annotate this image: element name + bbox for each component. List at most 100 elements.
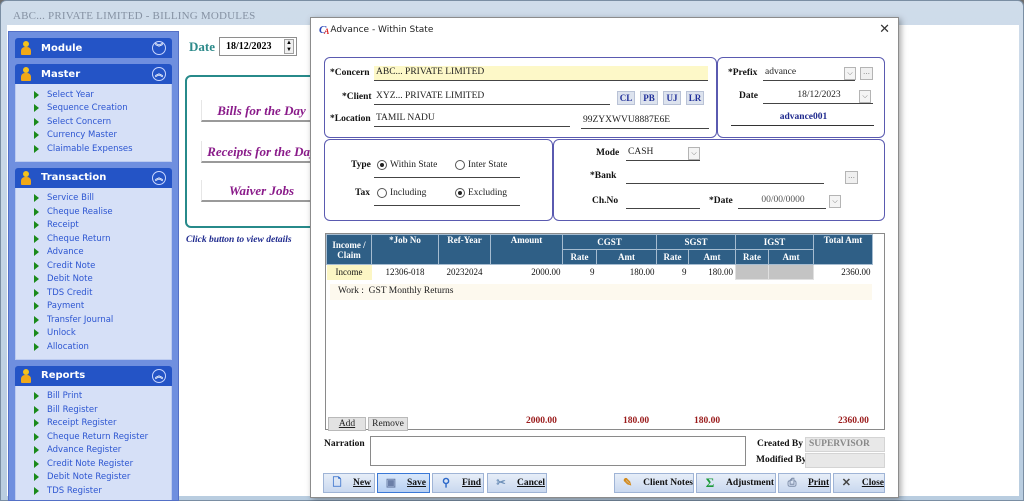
save-button[interactable]: ▣ Save xyxy=(377,473,430,493)
date-dropdown-icon[interactable]: ⌵ xyxy=(859,90,871,103)
adjustment-button[interactable]: Σ Adjustment xyxy=(696,473,776,493)
uj-button[interactable]: UJ xyxy=(663,91,681,105)
sidebar-item-credit-note[interactable]: Credit Note xyxy=(16,259,171,273)
add-row-button[interactable]: Add xyxy=(328,417,366,431)
user-icon xyxy=(21,368,31,383)
sidebar-item-tds-credit[interactable]: TDS Credit xyxy=(16,286,171,300)
radio-inter-state[interactable]: Inter State xyxy=(455,160,507,170)
sidebar-item-payment[interactable]: Payment xyxy=(16,300,171,314)
col-job-no: *Job No xyxy=(371,234,439,265)
spin-buttons[interactable]: ▲ ▼ xyxy=(284,39,294,54)
prefix-field[interactable]: advance xyxy=(763,66,855,81)
chno-field[interactable] xyxy=(626,194,700,209)
sidebar-panel-reports: Reports ︽ Bill Print Bill Register Recei… xyxy=(15,365,172,500)
collapse-icon[interactable]: ︽ xyxy=(152,170,166,185)
table-row[interactable]: Income 12306-018 20232024 2000.00 9 180.… xyxy=(326,264,873,280)
cell-cgst-rate[interactable]: 9 xyxy=(563,265,597,280)
sidebar-item-unlock[interactable]: Unlock xyxy=(16,327,171,341)
gstin-field[interactable]: 99ZYXWVU8887E6E xyxy=(581,114,709,129)
arrow-icon xyxy=(34,315,39,324)
total-amount: 2000.00 xyxy=(526,416,557,426)
sidebar-item-bill-register[interactable]: Bill Register xyxy=(16,403,171,417)
sidebar-item-receipt-register[interactable]: Receipt Register xyxy=(16,417,171,431)
sidebar-panel-master: Master ︽ Select Year Sequence Creation S… xyxy=(15,64,172,162)
sidebar-item-select-concern[interactable]: Select Concern xyxy=(16,115,171,129)
sidebar-item-debit-note[interactable]: Debit Note xyxy=(16,273,171,287)
sidebar-item-cheque-return-register[interactable]: Cheque Return Register xyxy=(16,430,171,444)
collapse-icon[interactable]: ︽ xyxy=(152,368,166,383)
remove-row-button[interactable]: Remove xyxy=(368,417,408,431)
panel-header-master[interactable]: Master ︽ xyxy=(15,64,172,84)
bills-for-the-day-button[interactable]: Bills for the Day xyxy=(201,100,321,122)
cell-job-no[interactable]: 12306-018 xyxy=(372,265,439,280)
panel-header-module[interactable]: Module ︾ xyxy=(15,38,172,58)
location-field[interactable]: TAMIL NADU xyxy=(374,112,570,127)
cell-ref-year[interactable]: 20232024 xyxy=(439,265,491,280)
bank-lookup-button[interactable]: … xyxy=(845,171,858,184)
cheque-date-field[interactable]: 00/00/0000 xyxy=(738,194,826,209)
doc-date-field[interactable]: 18/12/2023 xyxy=(763,89,873,104)
sigma-icon: Σ xyxy=(705,475,715,490)
receipts-for-the-day-button[interactable]: Receipts for the Day xyxy=(201,141,321,163)
sidebar-item-allocation[interactable]: Allocation xyxy=(16,340,171,354)
print-icon: ⎙ xyxy=(787,477,797,489)
new-button[interactable]: 🗋 New xyxy=(323,473,375,493)
sidebar-item-credit-note-register[interactable]: Credit Note Register xyxy=(16,457,171,471)
prefix-dropdown-icon[interactable]: ⌵ xyxy=(844,67,856,80)
sidebar-item-currency-master[interactable]: Currency Master xyxy=(16,129,171,143)
radio-checked-icon xyxy=(455,188,465,198)
radio-excluding[interactable]: Excluding xyxy=(455,188,507,198)
app-title: ABC... PRIVATE LIMITED - BILLING MODULES xyxy=(13,10,256,22)
sidebar-item-select-year[interactable]: Select Year xyxy=(16,88,171,102)
sidebar-item-debit-note-register[interactable]: Debit Note Register xyxy=(16,471,171,485)
panel-title: Master xyxy=(41,68,81,80)
concern-field[interactable]: ABC... PRIVATE LIMITED xyxy=(374,66,708,81)
cheque-date-dropdown-icon[interactable]: ⌵ xyxy=(829,195,841,208)
sidebar-item-cheque-realise[interactable]: Cheque Realise xyxy=(16,205,171,219)
sidebar-item-tds-register[interactable]: TDS Register xyxy=(16,484,171,498)
sidebar-item-service-bill[interactable]: Service Bill xyxy=(16,192,171,206)
new-doc-icon: 🗋 xyxy=(332,477,342,489)
sidebar-item-sequence-creation[interactable]: Sequence Creation xyxy=(16,102,171,116)
sidebar-item-transfer-journal[interactable]: Transfer Journal xyxy=(16,313,171,327)
sidebar-item-cheque-return[interactable]: Cheque Return xyxy=(16,232,171,246)
sidebar-item-receipt[interactable]: Receipt xyxy=(16,219,171,233)
bank-field[interactable] xyxy=(626,169,824,184)
cancel-button[interactable]: ✂ Cancel xyxy=(487,473,547,493)
print-button[interactable]: ⎙ Print xyxy=(778,473,831,493)
cell-type[interactable]: Income xyxy=(326,264,372,280)
panel-header-transaction[interactable]: Transaction ︽ xyxy=(15,167,172,188)
user-icon xyxy=(21,170,31,185)
prefix-lookup-button[interactable]: … xyxy=(860,67,873,80)
mode-dropdown-icon[interactable]: ⌵ xyxy=(688,147,700,160)
total-cgst: 180.00 xyxy=(623,416,650,426)
cl-button[interactable]: CL xyxy=(617,91,635,105)
radio-checked-icon xyxy=(377,160,387,170)
expand-icon[interactable]: ︾ xyxy=(152,41,166,55)
cell-amount[interactable]: 2000.00 xyxy=(491,265,563,280)
arrow-icon xyxy=(34,288,39,297)
col-igst-amt: Amt xyxy=(768,249,814,265)
find-button[interactable]: ⚲ Find xyxy=(432,473,484,493)
date-spinner[interactable]: 18/12/2023 ▲ ▼ xyxy=(219,37,297,56)
cell-sgst-rate[interactable]: 9 xyxy=(657,265,689,280)
total-grand: 2360.00 xyxy=(838,416,869,426)
dialog-title-bar: CA Advance - Within State xyxy=(319,24,433,36)
sidebar-item-claimable-expenses[interactable]: Claimable Expenses xyxy=(16,142,171,156)
sidebar-item-advance[interactable]: Advance xyxy=(16,246,171,260)
sidebar-item-advance-register[interactable]: Advance Register xyxy=(16,444,171,458)
lr-button[interactable]: LR xyxy=(686,91,704,105)
close-icon[interactable]: ✕ xyxy=(879,22,890,37)
panel-header-reports[interactable]: Reports ︽ xyxy=(15,365,172,386)
radio-including[interactable]: Including xyxy=(377,188,426,198)
radio-within-state[interactable]: Within State xyxy=(377,160,437,170)
close-button[interactable]: ✕ Close xyxy=(833,473,885,493)
arrow-icon xyxy=(34,131,39,140)
client-notes-button[interactable]: ✎ Client Notes xyxy=(614,473,694,493)
client-field[interactable]: XYZ... PRIVATE LIMITED xyxy=(374,90,610,105)
sidebar-item-bill-print[interactable]: Bill Print xyxy=(16,390,171,404)
pb-button[interactable]: PB xyxy=(640,91,658,105)
narration-input[interactable] xyxy=(370,436,746,466)
waiver-jobs-button[interactable]: Waiver Jobs xyxy=(201,180,321,202)
collapse-icon[interactable]: ︽ xyxy=(152,67,166,81)
